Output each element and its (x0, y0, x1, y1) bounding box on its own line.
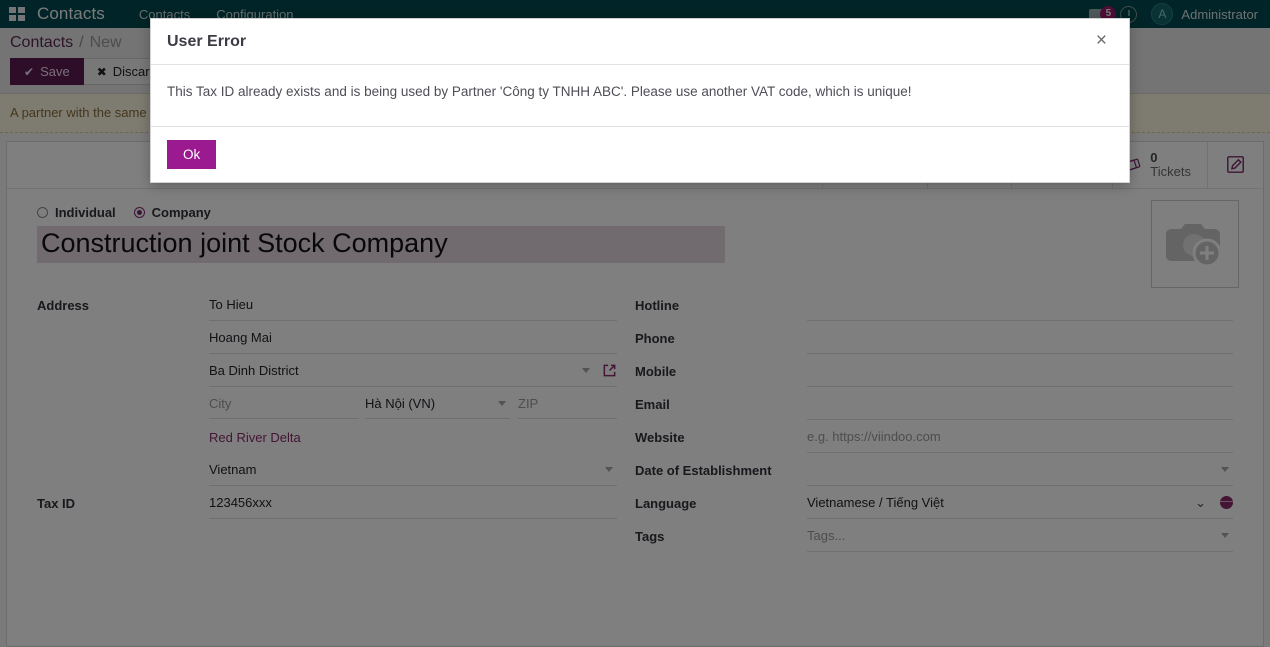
dialog-message: This Tax ID already exists and is being … (167, 83, 1113, 102)
dialog-title: User Error (167, 33, 246, 51)
close-icon[interactable]: × (1090, 33, 1113, 49)
dialog-header: User Error × (151, 19, 1129, 65)
app-root: Contacts Contacts Configuration 5 A Admi… (0, 0, 1270, 647)
user-error-dialog: User Error × This Tax ID already exists … (150, 18, 1130, 183)
dialog-footer: Ok (151, 127, 1129, 182)
dialog-body: This Tax ID already exists and is being … (151, 65, 1129, 127)
ok-button[interactable]: Ok (167, 140, 216, 169)
